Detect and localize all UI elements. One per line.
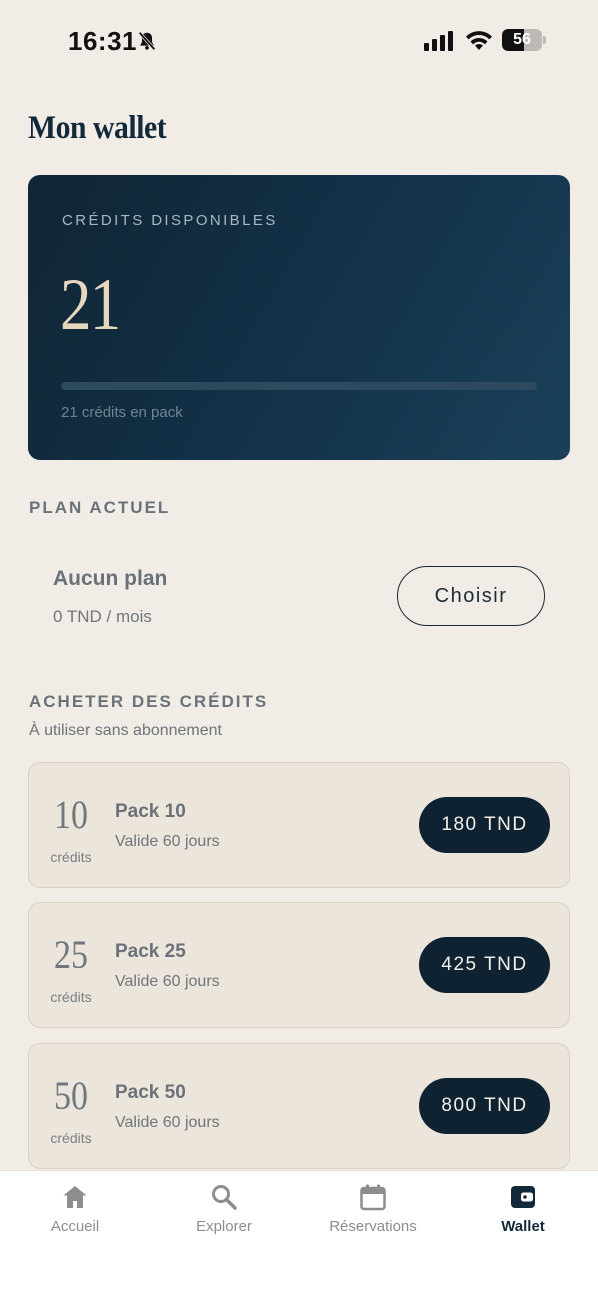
credit-progress-track (61, 382, 537, 390)
pack-card[interactable]: 50 crédits Pack 50 Valide 60 jours 800 T… (28, 1043, 570, 1169)
pack-credits-count: 50 (54, 1073, 88, 1118)
bottom-nav: Accueil Explorer Réservations Wallet (0, 1170, 598, 1296)
pack-credits-unit: crédits (50, 1130, 92, 1146)
current-plan-heading: PLAN ACTUEL (29, 498, 171, 517)
pack-name: Pack 50 (115, 1082, 186, 1103)
nav-label: Réservations (329, 1218, 417, 1235)
pack-credits-count: 25 (54, 932, 88, 977)
nav-label: Explorer (196, 1218, 252, 1235)
wifi-icon (466, 31, 492, 50)
calendar-icon (360, 1184, 386, 1211)
signal-icon (424, 31, 453, 51)
plan-name: Aucun plan (53, 567, 168, 590)
nav-item-wallet[interactable]: Wallet (448, 1171, 598, 1251)
bell-muted-icon (138, 31, 156, 51)
credit-caption: 21 crédits en pack (61, 404, 183, 421)
nav-item-accueil[interactable]: Accueil (0, 1171, 150, 1251)
status-bar: 16:31 56 (0, 0, 598, 80)
nav-item-explorer[interactable]: Explorer (149, 1171, 299, 1251)
status-time: 16:31 (68, 26, 137, 56)
wallet-icon (511, 1186, 535, 1208)
buy-credits-subtitle: À utiliser sans abonnement (29, 722, 222, 739)
plan-price: 0 TND / mois (53, 607, 152, 626)
buy-pack-button[interactable]: 800 TND (419, 1078, 550, 1134)
pack-card[interactable]: 10 crédits Pack 10 Valide 60 jours 180 T… (28, 762, 570, 888)
battery-indicator: 56 (502, 29, 546, 51)
nav-item-reservations[interactable]: Réservations (298, 1171, 448, 1251)
page-title: Mon wallet (28, 110, 167, 146)
search-icon (212, 1185, 237, 1210)
nav-label: Wallet (501, 1218, 545, 1235)
pack-credits-count: 10 (54, 792, 88, 837)
pack-validity: Valide 60 jours (115, 833, 220, 850)
buy-credits-heading: ACHETER DES CRÉDITS (29, 692, 269, 711)
credit-label: CRÉDITS DISPONIBLES (62, 212, 278, 229)
home-icon (63, 1186, 87, 1208)
buy-pack-button[interactable]: 180 TND (419, 797, 550, 853)
pack-credits-unit: crédits (50, 989, 92, 1005)
pack-validity: Valide 60 jours (115, 973, 220, 990)
nav-label: Accueil (50, 1218, 100, 1235)
pack-name: Pack 10 (115, 801, 186, 822)
buy-pack-button[interactable]: 425 TND (419, 937, 550, 993)
credit-value: 21 (60, 264, 121, 346)
battery-percentage: 56 (513, 31, 531, 48)
pack-credits-unit: crédits (50, 849, 92, 865)
pack-card[interactable]: 25 crédits Pack 25 Valide 60 jours 425 T… (28, 902, 570, 1028)
pack-validity: Valide 60 jours (115, 1114, 220, 1131)
credit-balance-card: CRÉDITS DISPONIBLES 21 21 crédits en pac… (28, 175, 570, 460)
choose-plan-button[interactable]: Choisir (397, 566, 545, 626)
pack-name: Pack 25 (115, 941, 186, 962)
